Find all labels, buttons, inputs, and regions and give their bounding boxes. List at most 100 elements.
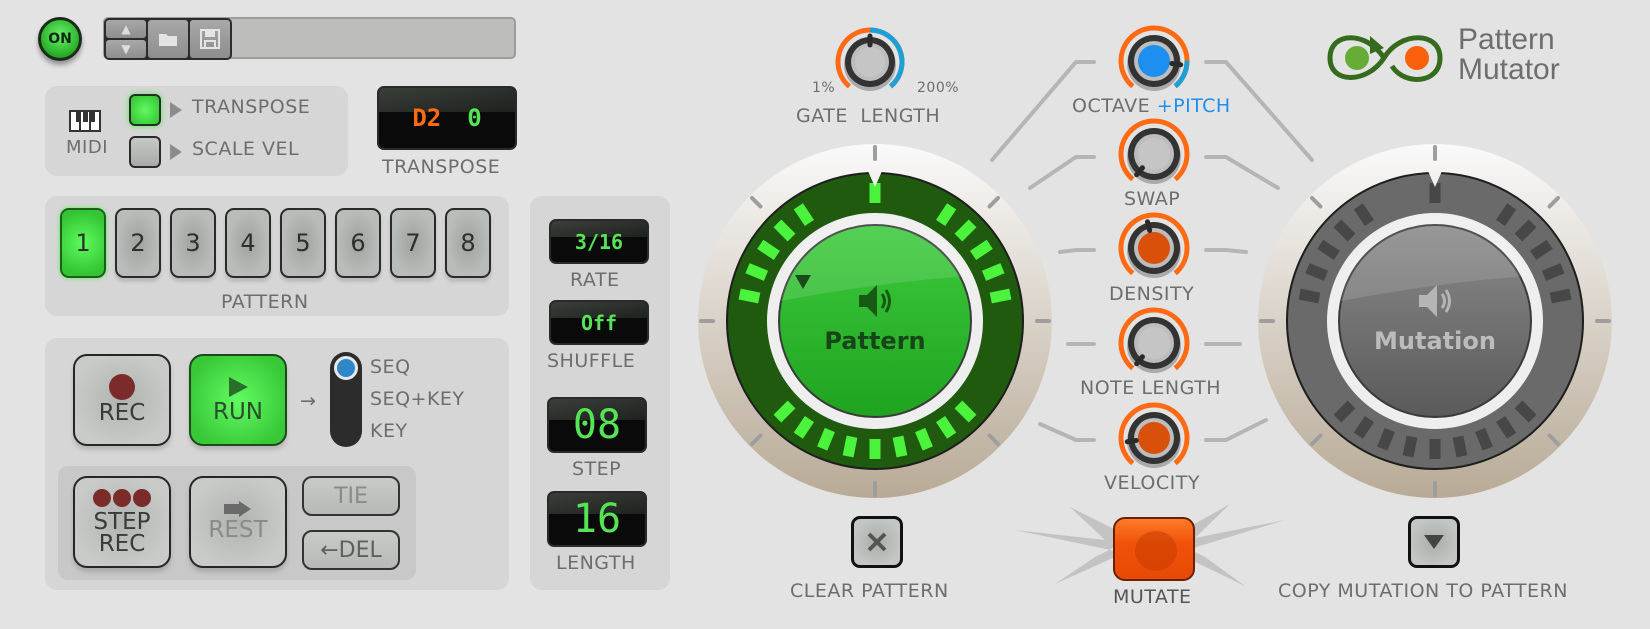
knob-cap xyxy=(1138,232,1170,264)
knob-cap xyxy=(1138,138,1170,170)
rate-display[interactable]: 3/16 xyxy=(549,219,649,264)
rest-arrow-icon xyxy=(224,501,251,517)
pattern-panel: 1 2 3 4 5 6 7 8 PATTERN xyxy=(45,196,509,316)
transpose-toggle[interactable] xyxy=(129,94,161,126)
delete-button[interactable]: ←DEL xyxy=(302,530,400,570)
mode-option-seq-key[interactable]: SEQ+KEY xyxy=(370,388,465,410)
step-display[interactable]: 08 xyxy=(547,397,647,453)
mutate-label: MUTATE xyxy=(1113,586,1192,608)
velocity-knob[interactable] xyxy=(1118,402,1190,474)
record-dot-icon xyxy=(109,374,135,400)
open-preset-button[interactable] xyxy=(148,20,188,58)
step-led xyxy=(1475,427,1493,451)
step-led xyxy=(989,288,1012,304)
shuffle-display[interactable]: Off xyxy=(549,300,649,345)
preset-toolbar: ▲ ▼ xyxy=(104,18,232,60)
pattern-button-8[interactable]: 8 xyxy=(445,208,491,278)
triangle-down-icon: ▼ xyxy=(121,42,131,56)
step-led xyxy=(842,435,858,458)
rec-button[interactable]: REC xyxy=(73,354,171,446)
mode-option-seq[interactable]: SEQ xyxy=(370,356,411,378)
note-length-knob[interactable] xyxy=(1118,307,1190,379)
pattern-button-6[interactable]: 6 xyxy=(335,208,381,278)
swap-knob[interactable] xyxy=(1118,118,1190,190)
mutation-dial[interactable] xyxy=(1257,143,1613,503)
triangle-down-icon xyxy=(1424,535,1444,549)
transpose-display-label: TRANSPOSE xyxy=(382,156,501,178)
octave-knob[interactable] xyxy=(1118,25,1190,97)
mode-option-key[interactable]: KEY xyxy=(370,420,408,442)
clear-pattern-button[interactable] xyxy=(851,516,903,568)
triangle-up-icon: ▲ xyxy=(121,22,131,36)
scale-vel-label: SCALE VEL xyxy=(192,138,300,160)
swap-knob-label: SWAP xyxy=(1124,188,1181,210)
knob-cap xyxy=(855,47,885,77)
transpose-display[interactable]: D2 0 xyxy=(377,86,517,150)
velocity-knob-label: VELOCITY xyxy=(1104,472,1200,494)
pattern-button-4[interactable]: 4 xyxy=(225,208,271,278)
density-knob-label: DENSITY xyxy=(1109,283,1195,305)
arrow-right-icon xyxy=(170,102,182,118)
transpose-note: D2 xyxy=(412,104,442,132)
density-knob[interactable] xyxy=(1118,212,1190,284)
step-led xyxy=(1377,427,1395,451)
knob-pointer xyxy=(1144,219,1153,234)
save-preset-button[interactable] xyxy=(190,20,230,58)
pattern-button-7[interactable]: 7 xyxy=(390,208,436,278)
knob-cap xyxy=(1138,327,1170,359)
step-led xyxy=(892,435,908,458)
step-rec-button[interactable]: STEP REC xyxy=(73,476,171,568)
preset-down-button[interactable]: ▼ xyxy=(106,40,146,58)
shuffle-label: SHUFFLE xyxy=(547,350,636,372)
length-display[interactable]: 16 xyxy=(547,491,647,547)
preset-up-button[interactable]: ▲ xyxy=(106,20,146,38)
mode-arrow: → xyxy=(300,390,317,412)
logo-text: Pattern Mutator xyxy=(1458,23,1560,86)
pattern-button-3[interactable]: 3 xyxy=(170,208,216,278)
step-led xyxy=(817,427,835,451)
step-led xyxy=(738,288,761,304)
step-dots-icon xyxy=(92,489,152,511)
clear-pattern-label: CLEAR PATTERN xyxy=(790,580,949,602)
transpose-toggle-label: TRANSPOSE xyxy=(192,96,311,118)
length-label: LENGTH xyxy=(556,552,636,574)
mutate-button[interactable] xyxy=(1113,517,1195,581)
rest-button[interactable]: REST xyxy=(189,476,287,568)
octave-knob-label: OCTAVE +PITCH xyxy=(1072,95,1231,117)
copy-mutation-button[interactable] xyxy=(1408,516,1460,568)
step-label: STEP xyxy=(572,458,622,480)
rate-label: RATE xyxy=(570,269,620,291)
step-led xyxy=(1549,288,1572,304)
floppy-disk-icon xyxy=(200,29,220,49)
copy-mutation-label: COPY MUTATION TO PATTERN xyxy=(1278,580,1568,602)
step-led xyxy=(1541,263,1565,281)
step-led xyxy=(1452,435,1468,458)
note-length-knob-label: NOTE LENGTH xyxy=(1080,377,1222,399)
pattern-label: PATTERN xyxy=(221,291,309,313)
step-led xyxy=(981,263,1005,281)
pattern-button-5[interactable]: 5 xyxy=(280,208,326,278)
transpose-value: 0 xyxy=(467,104,482,132)
knob-cap xyxy=(1138,422,1170,454)
piano-keys-icon xyxy=(69,110,101,132)
pattern-dial[interactable] xyxy=(697,143,1053,503)
run-button[interactable]: RUN xyxy=(189,354,287,446)
play-mode-switch[interactable] xyxy=(330,352,362,447)
knob-pointer xyxy=(1124,438,1139,445)
midi-panel: MIDI TRANSPOSE SCALE VEL xyxy=(45,86,348,176)
pattern-button-1[interactable]: 1 xyxy=(60,208,106,278)
play-icon xyxy=(229,377,248,397)
step-led xyxy=(1305,263,1329,281)
step-led xyxy=(1402,435,1418,458)
pattern-mutator-logo-icon xyxy=(1327,35,1443,82)
switch-handle[interactable] xyxy=(334,356,358,380)
step-led xyxy=(745,263,769,281)
close-icon xyxy=(867,532,887,552)
gate-length-knob[interactable] xyxy=(835,27,905,97)
step-led xyxy=(915,427,933,451)
power-button[interactable]: ON xyxy=(38,17,82,61)
gate-max-label: 200% xyxy=(917,80,960,96)
pattern-button-2[interactable]: 2 xyxy=(115,208,161,278)
scale-vel-toggle[interactable] xyxy=(129,136,161,168)
tie-button[interactable]: TIE xyxy=(302,476,400,516)
